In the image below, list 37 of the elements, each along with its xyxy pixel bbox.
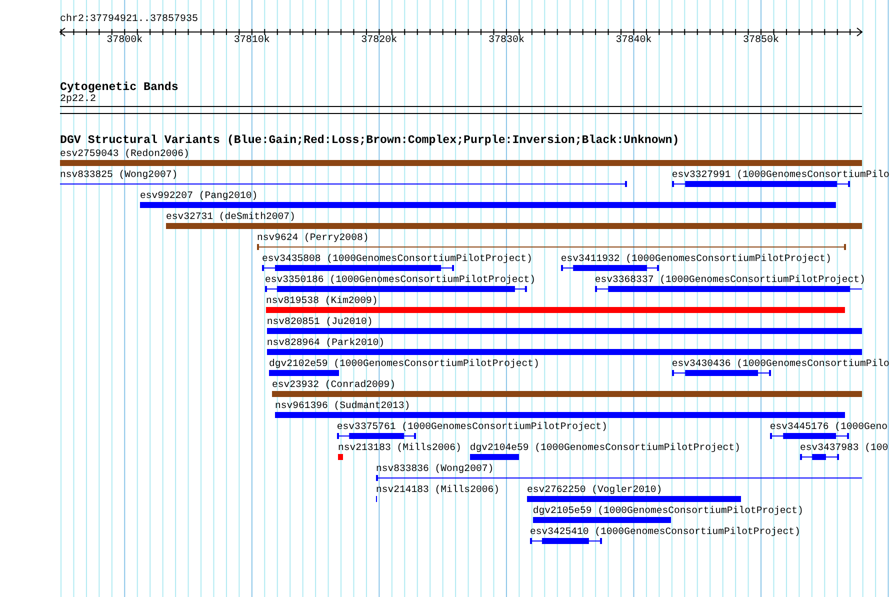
variant-label: esv23932 (Conrad2009) xyxy=(272,379,396,390)
track-title: Cytogenetic Bands xyxy=(60,81,178,94)
variant-label: nsv833825 (Wong2007) xyxy=(60,169,178,180)
tick-label: 37840k xyxy=(616,35,652,47)
variant-label: esv3411932 (1000GenomesConsortiumPilotProject) xyxy=(560,253,832,264)
tick-label: 37850k xyxy=(743,35,779,47)
tick-label: 37820k xyxy=(361,35,398,47)
variant-label: nsv828964 (Park2010) xyxy=(266,337,385,348)
variant-label: esv3430436 (1000GenomesConsortiumPilo xyxy=(672,358,890,369)
variant-label: nsv961396 (Sudmant2013) xyxy=(274,400,410,411)
tick-label: 37800k xyxy=(106,35,143,47)
variant-label: nsv214183 (Mills2006) xyxy=(376,484,500,495)
variant-label: esv3437983 (100 xyxy=(800,442,888,453)
variant-label: esv3368337 (1000GenomesConsortiumPilotProject) xyxy=(594,274,866,285)
variant-label: esv32731 (deSmith2007) xyxy=(166,211,296,222)
variant-label: esv3327991 (1000GenomesConsortiumPilo xyxy=(672,169,890,180)
band-label: 2p22.2 xyxy=(60,94,96,105)
variant-label: esv2759043 (Redon2006) xyxy=(60,148,190,159)
variant-label: dgv2102e59 (1000GenomesConsortiumPilotProject) xyxy=(268,358,540,369)
variant-label: esv992207 (Pang2010) xyxy=(140,190,258,201)
variant-label: esv2762250 (Vogler2010) xyxy=(526,484,662,495)
variant-label: nsv213183 (Mills2006) xyxy=(338,442,462,453)
variant-label: nsv819538 (Kim2009) xyxy=(266,295,378,306)
position-label: chr2:37794921..37857935 xyxy=(60,14,198,25)
track-title: DGV Structural Variants (Blue:Gain;Red:Loss;Brown:Complex;Purple:Inversion;Black:Unknown) xyxy=(60,134,680,147)
variant-label: nsv833836 (Wong2007) xyxy=(376,463,494,474)
tick-label: 37810k xyxy=(234,35,270,47)
tick-label: 37830k xyxy=(488,35,524,47)
variant-label: esv3350186 (1000GenomesConsortiumPilotProject) xyxy=(265,274,536,285)
variant-label: esv3445176 (1000Geno xyxy=(770,421,888,432)
variant-label: esv3435808 (1000GenomesConsortiumPilotProject) xyxy=(262,253,532,264)
variant-label: esv3375761 (1000GenomesConsortiumPilotProject) xyxy=(336,421,608,432)
variant-label: dgv2104e59 (1000GenomesConsortiumPilotProject) xyxy=(470,442,740,453)
variant-label: nsv820851 (Ju2010) xyxy=(266,316,373,327)
variant-label: nsv9624 (Perry2008) xyxy=(257,232,369,243)
variant-label: dgv2105e59 (1000GenomesConsortiumPilotProject) xyxy=(532,505,804,516)
variant-label: esv3425410 (1000GenomesConsortiumPilotProject) xyxy=(530,526,800,537)
